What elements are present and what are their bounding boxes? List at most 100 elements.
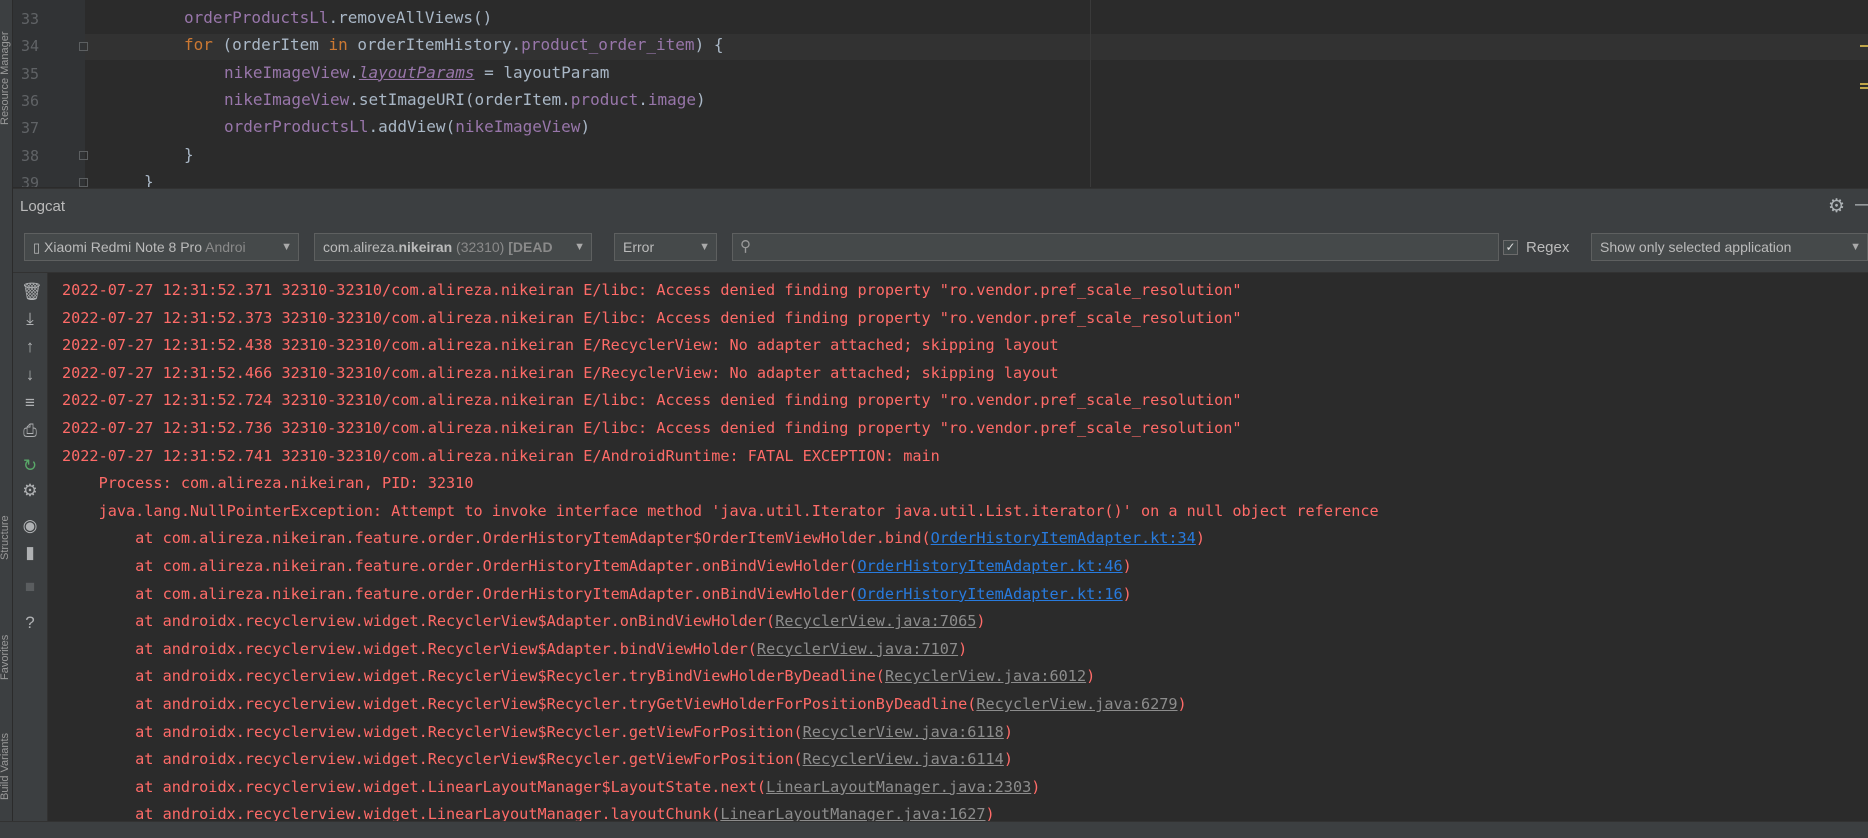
source-link[interactable]: RecyclerView.java:6012 (885, 667, 1086, 685)
build-variants-tab[interactable]: Build Variants (0, 733, 11, 800)
code-line: } (184, 145, 194, 164)
video-icon[interactable]: ▮ (21, 543, 39, 563)
regex-label: Regex (1526, 239, 1570, 256)
source-link[interactable]: RecyclerView.java:7107 (757, 640, 958, 658)
source-link[interactable]: RecyclerView.java:6279 (976, 695, 1177, 713)
code-token: product (570, 89, 639, 109)
log-line: java.lang.NullPointerException: Attempt … (62, 502, 1379, 520)
log-text: 2022-07-27 12:31:52.373 32310-32310/com.… (62, 308, 1242, 327)
status-bar (0, 821, 1868, 838)
process-prefix: com.alireza. (323, 239, 399, 255)
code-editor[interactable]: 33 orderProductsLl.removeAllViews() 34 for … (13, 0, 1868, 187)
log-line: 2022-07-27 12:31:52.736 32310-32310/com.… (62, 419, 1242, 437)
code-token: nikeImageView (224, 89, 350, 109)
fold-marker[interactable] (79, 42, 88, 51)
warning-marker[interactable] (1860, 87, 1868, 89)
fold-marker[interactable] (79, 151, 88, 160)
resource-manager-tab[interactable]: Resource Manager (0, 31, 11, 125)
source-link[interactable]: OrderHistoryItemAdapter.kt:46 (858, 557, 1123, 575)
logcat-toolbar: ▯ Xiaomi Redmi Note 8 Pro Androi ▼ com.a… (13, 222, 1868, 273)
source-link[interactable]: OrderHistoryItemAdapter.kt:34 (931, 529, 1196, 547)
soft-wrap-icon[interactable]: ≡ (21, 393, 39, 413)
code-token: .addView( (368, 117, 456, 137)
log-level-dropdown[interactable]: Error ▼ (614, 233, 717, 261)
log-text: 2022-07-27 12:31:52.741 32310-32310/com.… (62, 446, 940, 465)
log-text: Process: com.alireza.nikeiran, PID: 3231… (62, 474, 474, 493)
minimize-icon[interactable]: — (1855, 194, 1868, 216)
down-arrow-icon[interactable]: ↓ (21, 365, 39, 385)
log-text: at androidx.recyclerview.widget.Recycler… (62, 722, 803, 741)
chevron-down-icon: ▼ (695, 234, 710, 260)
stop-icon[interactable]: ■ (21, 577, 39, 597)
line-number: 34 (20, 37, 39, 56)
code-token: in (328, 35, 358, 55)
log-text: ) (1177, 695, 1187, 713)
filter-value: Show only selected application (1600, 239, 1792, 255)
source-link[interactable]: LinearLayoutManager.java:2303 (766, 778, 1031, 796)
right-margin-guide (1090, 0, 1091, 187)
up-arrow-icon[interactable]: ↑ (21, 337, 39, 357)
log-text: at androidx.recyclerview.widget.LinearLa… (62, 805, 721, 821)
gear-icon[interactable]: ⚙ (1828, 195, 1845, 218)
line-number: 38 (20, 146, 39, 165)
log-text: java.lang.NullPointerException: Attempt … (62, 501, 1379, 520)
code-token: for (184, 35, 223, 55)
structure-tab[interactable]: Structure (0, 515, 11, 560)
filter-dropdown[interactable]: Show only selected application ▼ (1591, 233, 1868, 261)
print-icon[interactable]: ⎙ (21, 421, 39, 441)
trash-icon[interactable]: 🗑 (21, 282, 43, 302)
code-token: ) { (694, 35, 724, 55)
log-line: at com.alireza.nikeiran.feature.order.Or… (62, 529, 1205, 547)
log-line: 2022-07-27 12:31:52.371 32310-32310/com.… (62, 281, 1242, 299)
source-link[interactable]: RecyclerView.java:6118 (803, 723, 1004, 741)
log-text: at androidx.recyclerview.widget.Recycler… (62, 612, 776, 631)
log-text: ) (1031, 777, 1041, 796)
warning-marker[interactable] (1860, 45, 1868, 47)
log-line: at androidx.recyclerview.widget.Recycler… (62, 695, 1187, 713)
device-suffix: Androi (205, 239, 246, 255)
chevron-down-icon: ▼ (1846, 234, 1861, 260)
chevron-down-icon: ▼ (277, 234, 292, 260)
device-dropdown[interactable]: ▯ Xiaomi Redmi Note 8 Pro Androi ▼ (24, 233, 299, 261)
favorites-tab[interactable]: Favorites (0, 635, 11, 680)
log-line: at androidx.recyclerview.widget.Recycler… (62, 750, 1013, 768)
code-token: nikeImageView (455, 117, 581, 137)
process-dropdown[interactable]: com.alireza.nikeiran (32310) [DEAD ▼ (314, 233, 592, 261)
code-line: orderProductsLl.addView(nikeImageView) (224, 117, 590, 136)
logcat-output[interactable]: 2022-07-27 12:31:52.371 32310-32310/com.… (48, 273, 1868, 821)
camera-icon[interactable]: ◉ (21, 516, 39, 536)
settings-icon[interactable]: ⚙ (21, 481, 39, 501)
code-token: ) (580, 117, 591, 137)
code-token: orderItemHistory. (357, 35, 522, 55)
log-text: at androidx.recyclerview.widget.Recycler… (62, 639, 757, 658)
log-line: 2022-07-27 12:31:52.724 32310-32310/com.… (62, 391, 1242, 409)
line-number: 39 (20, 173, 39, 187)
restart-icon[interactable]: ↻ (21, 456, 39, 476)
logcat-search-input[interactable]: ⚲ (732, 233, 1499, 261)
log-text: at com.alireza.nikeiran.feature.order.Or… (62, 584, 858, 603)
log-line: at androidx.recyclerview.widget.Recycler… (62, 723, 1013, 741)
code-line: orderProductsLl.removeAllViews() (184, 8, 492, 27)
log-text: 2022-07-27 12:31:52.371 32310-32310/com.… (62, 281, 1242, 299)
process-pid: (32310) (452, 239, 505, 255)
line-number: 33 (20, 10, 39, 28)
fold-marker[interactable] (79, 178, 88, 187)
code-token: orderProductsLl (224, 117, 369, 137)
source-link[interactable]: OrderHistoryItemAdapter.kt:16 (858, 585, 1123, 603)
help-icon[interactable]: ? (21, 613, 39, 633)
warning-marker[interactable] (1860, 83, 1868, 85)
code-line: for (orderItem in orderItemHistory.produ… (184, 35, 723, 54)
scroll-to-end-icon[interactable]: ⤓ (21, 309, 39, 329)
code-token: layoutParams (358, 62, 475, 82)
line-number: 37 (20, 119, 39, 138)
source-link[interactable]: RecyclerView.java:7065 (775, 612, 976, 630)
source-link[interactable]: RecyclerView.java:6114 (803, 750, 1004, 768)
source-link[interactable]: LinearLayoutManager.java:1627 (720, 805, 985, 821)
code-token: . (349, 62, 359, 82)
logcat-icon-column: 🗑 ⤓ ↑ ↓ ≡ ⎙ ↻ ⚙ ◉ ▮ ■ ? (13, 273, 48, 821)
search-icon: ⚲ (740, 238, 751, 255)
log-text: at androidx.recyclerview.widget.Recycler… (62, 667, 885, 686)
code-token: product_order_item (521, 35, 695, 55)
regex-checkbox[interactable]: ✓ (1503, 240, 1518, 255)
log-line: 2022-07-27 12:31:52.466 32310-32310/com.… (62, 364, 1059, 382)
